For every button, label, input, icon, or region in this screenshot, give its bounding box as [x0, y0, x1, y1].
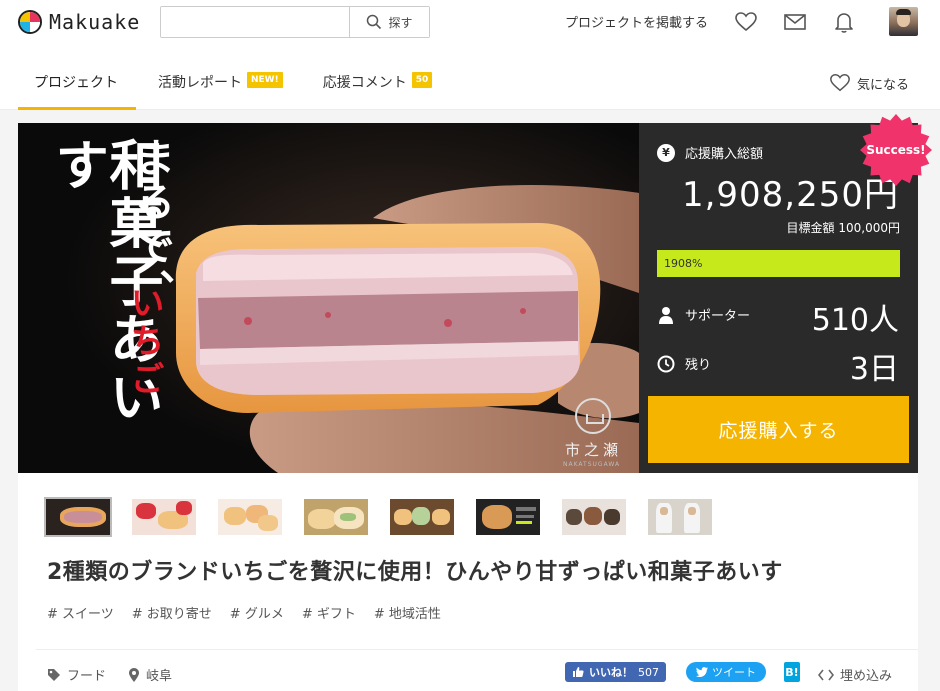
brand-name: 市之瀬 — [565, 441, 623, 459]
tab-activity-report[interactable]: 活動レポート NEW! — [158, 60, 283, 110]
heart-icon[interactable] — [734, 10, 758, 34]
makuake-logo[interactable]: Makuake — [18, 8, 140, 36]
hero-accent: いちご — [124, 285, 164, 399]
post-project-link[interactable]: プロジェクトを掲載する — [565, 12, 708, 31]
goal-amount: 目標金額 100,000円 — [786, 221, 900, 235]
logo-text: Makuake — [49, 10, 141, 34]
progress-bar: 1908% — [657, 250, 900, 277]
hero-image[interactable]: 和菓子あいす まるで、 いちご 市之瀬 NAKATSUGAWA — [18, 123, 639, 473]
tab-label: 応援コメント — [322, 75, 407, 91]
facebook-like-button[interactable]: いいね！ 507 — [565, 662, 666, 682]
supporters-row: サポーター — [657, 305, 750, 324]
project-tabs: プロジェクト 活動レポート NEW! 応援コメント 50 — [18, 60, 472, 110]
new-badge: NEW! — [247, 72, 283, 88]
location-pin-icon — [129, 667, 140, 682]
project-meta: フード 岐阜 — [47, 665, 172, 684]
tweet-label: ツイート — [712, 666, 756, 679]
embed-button[interactable]: 埋め込み — [818, 665, 892, 684]
top-header: Makuake 探す プロジェクトを掲載する プロジェクト 活動レポート NEW… — [0, 0, 940, 110]
project-info-card: 2種類のブランドいちごを贅沢に使用！ひんやり甘ずっぱい和菓子あいす # スイーツ… — [18, 473, 918, 691]
user-avatar[interactable] — [889, 7, 918, 36]
tag-sweets[interactable]: # スイーツ — [47, 603, 114, 622]
thumbnail-1[interactable] — [44, 497, 112, 537]
amount-label: 応援購入総額 — [685, 147, 764, 162]
search-box: 探す — [160, 6, 430, 38]
remaining-label: 残り — [685, 358, 712, 373]
tab-label: 活動レポート — [158, 75, 242, 91]
search-input[interactable] — [161, 7, 349, 37]
tag-regional[interactable]: # 地域活性 — [374, 603, 441, 622]
watch-button[interactable]: 気になる — [829, 72, 909, 94]
brand-subtext: NAKATSUGAWA — [563, 461, 621, 468]
twitter-bird-icon — [696, 667, 708, 677]
tag-icon — [48, 668, 60, 681]
like-label: いいね！ — [589, 666, 633, 679]
thumbnail-6[interactable] — [476, 499, 540, 535]
amount-label-row: ¥ 応援購入総額 — [657, 143, 763, 162]
category-link[interactable]: フード — [67, 665, 106, 684]
supporters-count: 510人 — [811, 303, 899, 338]
mail-icon[interactable] — [783, 10, 807, 34]
watch-label: 気になる — [857, 77, 910, 93]
tag-gourmet[interactable]: # グルメ — [230, 603, 284, 622]
progress-percent: 1908% — [664, 257, 703, 270]
remaining-days: 3日 — [849, 352, 899, 387]
code-icon — [818, 669, 834, 680]
thumbnail-5[interactable] — [390, 499, 454, 535]
thumbnail-8[interactable] — [648, 499, 712, 535]
logo-mark-icon — [18, 10, 42, 34]
embed-label: 埋め込み — [840, 669, 893, 684]
divider — [36, 649, 918, 650]
tag-gift[interactable]: # ギフト — [302, 603, 356, 622]
supporters-label: サポーター — [685, 309, 751, 324]
bell-icon[interactable] — [832, 10, 856, 34]
tab-label: プロジェクト — [34, 75, 118, 91]
image-thumbnails — [44, 497, 712, 537]
clock-icon — [657, 355, 675, 372]
like-count: 507 — [638, 665, 659, 679]
thumbnail-2[interactable] — [132, 499, 196, 535]
thumbs-up-icon — [573, 667, 584, 677]
tab-support-comments[interactable]: 応援コメント 50 — [323, 60, 433, 110]
thumbnail-3[interactable] — [218, 499, 282, 535]
tweet-button[interactable]: ツイート — [686, 662, 766, 682]
tab-project[interactable]: プロジェクト — [18, 60, 136, 110]
search-icon — [367, 14, 382, 30]
search-button-label: 探す — [388, 15, 413, 30]
success-badge: Success! — [866, 143, 926, 157]
yen-icon: ¥ — [657, 143, 675, 162]
support-purchase-button[interactable]: 応援購入する — [648, 396, 909, 463]
project-title: 2種類のブランドいちごを贅沢に使用！ひんやり甘ずっぱい和菓子あいす — [47, 560, 783, 585]
search-button[interactable]: 探す — [349, 7, 429, 37]
hatena-bookmark-button[interactable]: B! — [784, 662, 800, 682]
thumbnail-4[interactable] — [304, 499, 368, 535]
remaining-row: 残り — [657, 354, 711, 373]
comment-count-badge: 50 — [411, 72, 433, 88]
location-link[interactable]: 岐阜 — [146, 665, 172, 684]
heart-icon — [830, 74, 850, 92]
tag-list: # スイーツ # お取り寄せ # グルメ # ギフト # 地域活性 — [47, 603, 441, 622]
tag-mail-order[interactable]: # お取り寄せ — [132, 603, 212, 622]
thumbnail-7[interactable] — [562, 499, 626, 535]
brand-logo-icon — [575, 398, 611, 434]
person-icon — [659, 306, 673, 324]
